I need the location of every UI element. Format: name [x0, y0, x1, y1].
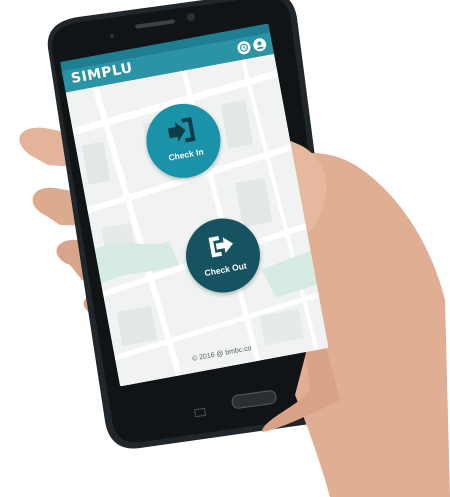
- sign-in-icon: [167, 117, 196, 143]
- sign-out-icon: [208, 236, 233, 258]
- checkin-label: Check In: [167, 146, 205, 163]
- checkout-label: Check Out: [203, 260, 248, 279]
- profile-icon[interactable]: [252, 37, 268, 53]
- phone-in-hand-scene: SIMPLU Check In Check Out © 2016 @ bmbc.…: [0, 0, 450, 497]
- history-icon[interactable]: [236, 40, 252, 56]
